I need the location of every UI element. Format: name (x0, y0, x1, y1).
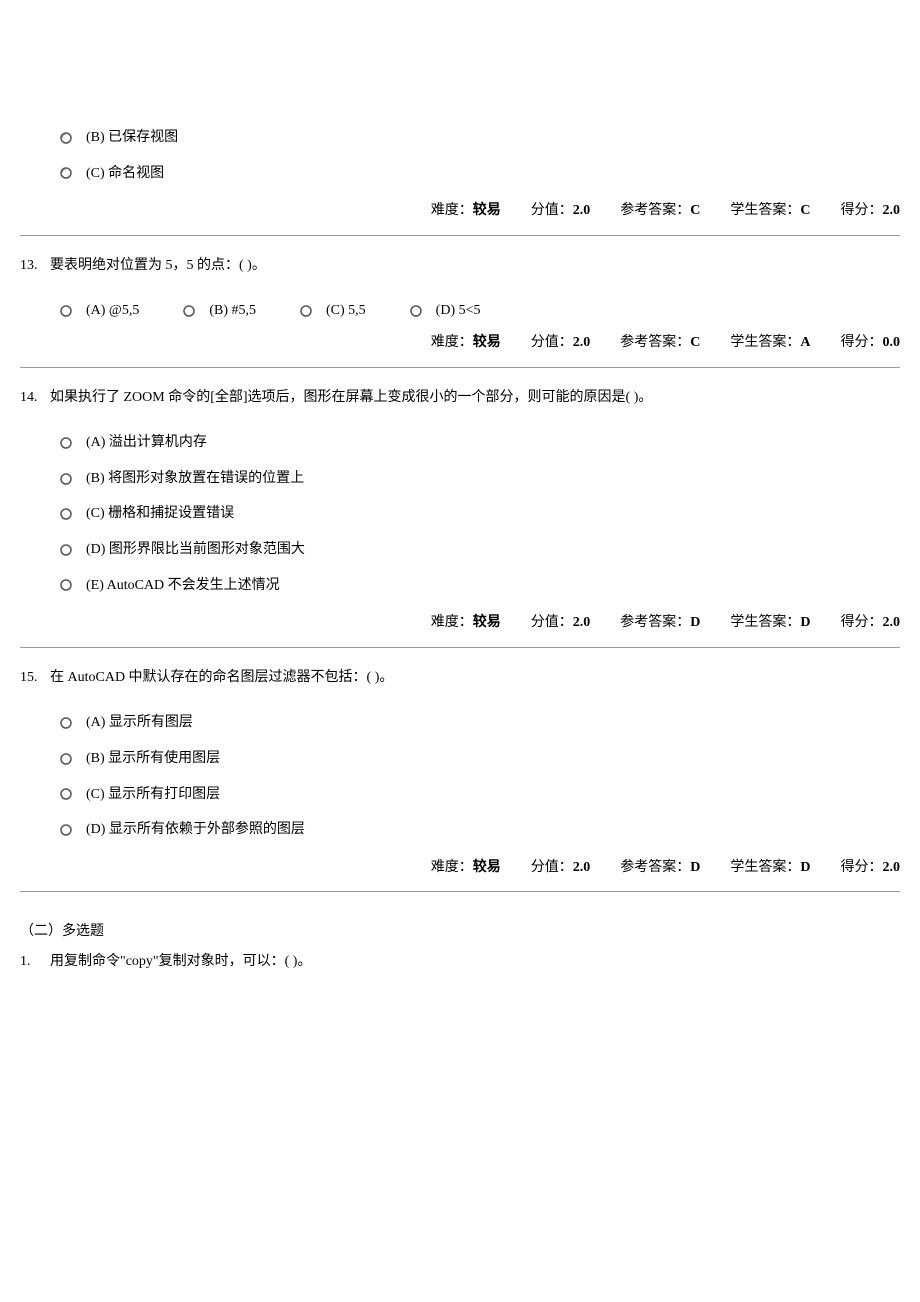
options-list: (A) 溢出计算机内存 (B) 将图形对象放置在错误的位置上 (C) 栅格和捕捉… (20, 425, 900, 603)
reference-answer: 参考答案：D (620, 613, 700, 633)
question-text: 在 AutoCAD 中默认存在的命名图层过滤器不包括：( )。 (50, 668, 393, 688)
radio-icon (60, 473, 72, 485)
option-b[interactable]: (B) 已保存视图 (20, 120, 900, 156)
option-label: (E) AutoCAD 不会发生上述情况 (86, 576, 280, 596)
option-d[interactable]: (D) 图形界限比当前图形对象范围大 (20, 532, 900, 568)
difficulty: 难度：较易 (431, 858, 501, 878)
option-b[interactable]: (B) #5,5 (183, 301, 256, 321)
score-value: 分值：2.0 (531, 613, 591, 633)
difficulty: 难度：较易 (431, 201, 501, 221)
student-answer: 学生答案：A (730, 333, 810, 353)
option-a[interactable]: (A) @5,5 (60, 301, 139, 321)
radio-icon (60, 305, 72, 317)
score-value: 分值：2.0 (531, 858, 591, 878)
option-e[interactable]: (E) AutoCAD 不会发生上述情况 (20, 568, 900, 604)
score-value: 分值：2.0 (531, 201, 591, 221)
question-number: 1. (20, 952, 50, 972)
difficulty: 难度：较易 (431, 333, 501, 353)
question-text: 如果执行了 ZOOM 命令的[全部]选项后，图形在屏幕上变成很小的一个部分，则可… (50, 388, 652, 408)
option-a[interactable]: (A) 显示所有图层 (20, 705, 900, 741)
question-stem: 15. 在 AutoCAD 中默认存在的命名图层过滤器不包括：( )。 (20, 668, 900, 688)
option-label: (B) 显示所有使用图层 (86, 749, 220, 769)
option-label: (C) 栅格和捕捉设置错误 (86, 504, 234, 524)
options-list: (A) 显示所有图层 (B) 显示所有使用图层 (C) 显示所有打印图层 (D)… (20, 705, 900, 847)
radio-icon (60, 167, 72, 179)
radio-icon (60, 753, 72, 765)
question-stem: 14. 如果执行了 ZOOM 命令的[全部]选项后，图形在屏幕上变成很小的一个部… (20, 388, 900, 408)
option-label: (D) 5<5 (436, 301, 481, 321)
option-label: (C) 5,5 (326, 301, 366, 321)
option-label: (C) 显示所有打印图层 (86, 785, 220, 805)
option-c[interactable]: (C) 命名视图 (20, 156, 900, 192)
option-label: (B) 将图形对象放置在错误的位置上 (86, 469, 304, 489)
answer-meta-row: 难度：较易 分值：2.0 参考答案：D 学生答案：D 得分：2.0 (20, 854, 900, 884)
question-text: 要表明绝对位置为 5，5 的点：( )。 (50, 256, 266, 276)
radio-icon (60, 579, 72, 591)
answer-meta-row: 难度：较易 分值：2.0 参考答案：C 学生答案：C 得分：2.0 (20, 197, 900, 227)
option-label: (B) #5,5 (209, 301, 256, 321)
option-label: (A) 溢出计算机内存 (86, 433, 207, 453)
earned-score: 得分：0.0 (841, 333, 901, 353)
question-12-partial: (B) 已保存视图 (C) 命名视图 难度：较易 分值：2.0 参考答案：C 学… (20, 120, 900, 227)
question-15: 15. 在 AutoCAD 中默认存在的命名图层过滤器不包括：( )。 (A) … (20, 668, 900, 884)
reference-answer: 参考答案：C (620, 201, 700, 221)
radio-icon (410, 305, 422, 317)
option-label: (D) 显示所有依赖于外部参照的图层 (86, 820, 305, 840)
option-label: (B) 已保存视图 (86, 128, 178, 148)
question-text: 用复制命令"copy"复制对象时，可以：( )。 (50, 952, 311, 972)
reference-answer: 参考答案：C (620, 333, 700, 353)
radio-icon (60, 132, 72, 144)
option-b[interactable]: (B) 显示所有使用图层 (20, 741, 900, 777)
option-c[interactable]: (C) 5,5 (300, 301, 366, 321)
earned-score: 得分：2.0 (841, 613, 901, 633)
difficulty: 难度：较易 (431, 613, 501, 633)
answer-meta-row: 难度：较易 分值：2.0 参考答案：C 学生答案：A 得分：0.0 (20, 329, 900, 359)
radio-icon (60, 824, 72, 836)
question-stem: 13. 要表明绝对位置为 5，5 的点：( )。 (20, 256, 900, 276)
radio-icon (60, 717, 72, 729)
earned-score: 得分：2.0 (841, 858, 901, 878)
option-c[interactable]: (C) 显示所有打印图层 (20, 777, 900, 813)
section-heading: （二）多选题 (20, 922, 900, 942)
reference-answer: 参考答案：D (620, 858, 700, 878)
radio-icon (60, 544, 72, 556)
divider (20, 647, 900, 648)
radio-icon (60, 508, 72, 520)
score-value: 分值：2.0 (531, 333, 591, 353)
options-list: (B) 已保存视图 (C) 命名视图 (20, 120, 900, 191)
question-number: 15. (20, 668, 50, 688)
divider (20, 891, 900, 892)
divider (20, 367, 900, 368)
option-label: (A) @5,5 (86, 301, 139, 321)
student-answer: 学生答案：C (730, 201, 810, 221)
question-stem: 1. 用复制命令"copy"复制对象时，可以：( )。 (20, 952, 900, 972)
earned-score: 得分：2.0 (841, 201, 901, 221)
student-answer: 学生答案：D (730, 613, 810, 633)
option-label: (C) 命名视图 (86, 164, 164, 184)
radio-icon (60, 788, 72, 800)
options-inline: (A) @5,5 (B) #5,5 (C) 5,5 (D) 5<5 (20, 293, 900, 329)
option-a[interactable]: (A) 溢出计算机内存 (20, 425, 900, 461)
question-14: 14. 如果执行了 ZOOM 命令的[全部]选项后，图形在屏幕上变成很小的一个部… (20, 388, 900, 639)
option-d[interactable]: (D) 5<5 (410, 301, 481, 321)
radio-icon (60, 437, 72, 449)
question-number: 14. (20, 388, 50, 408)
answer-meta-row: 难度：较易 分值：2.0 参考答案：D 学生答案：D 得分：2.0 (20, 609, 900, 639)
student-answer: 学生答案：D (730, 858, 810, 878)
question-number: 13. (20, 256, 50, 276)
option-label: (D) 图形界限比当前图形对象范围大 (86, 540, 305, 560)
option-c[interactable]: (C) 栅格和捕捉设置错误 (20, 496, 900, 532)
option-label: (A) 显示所有图层 (86, 713, 193, 733)
radio-icon (300, 305, 312, 317)
question-13: 13. 要表明绝对位置为 5，5 的点：( )。 (A) @5,5 (B) #5… (20, 256, 900, 359)
divider (20, 235, 900, 236)
option-d[interactable]: (D) 显示所有依赖于外部参照的图层 (20, 812, 900, 848)
section2-question-1: 1. 用复制命令"copy"复制对象时，可以：( )。 (20, 952, 900, 972)
option-b[interactable]: (B) 将图形对象放置在错误的位置上 (20, 461, 900, 497)
radio-icon (183, 305, 195, 317)
